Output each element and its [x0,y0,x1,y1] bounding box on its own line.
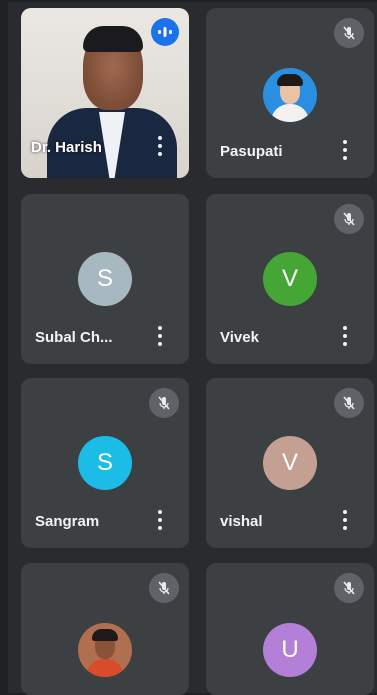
audio-level-icon [151,18,179,46]
participant-tile-1[interactable]: Dr. Harish [21,8,189,178]
participant-name: vishal [220,513,263,530]
avatar: S [78,252,132,306]
participant-tile-6[interactable]: V vishal [206,378,374,548]
mic-off-icon [149,573,179,603]
mic-off-icon [334,388,364,418]
mic-off-icon [334,18,364,48]
mic-off-icon [334,573,364,603]
participant-name: Pasupati [220,143,283,160]
participant-name: Dr. Harish [31,139,102,156]
more-vert-icon[interactable] [157,510,163,530]
mic-off-icon [334,204,364,234]
avatar: S [78,436,132,490]
avatar [78,623,132,677]
participant-grid: Dr. Harish Pasupati S Subal Ch... V Vive… [8,2,377,695]
mic-off-icon [149,388,179,418]
more-vert-icon[interactable] [157,326,163,346]
avatar: V [263,252,317,306]
participant-tile-3[interactable]: S Subal Ch... [21,194,189,364]
more-vert-icon[interactable] [157,136,163,156]
participant-tile-4[interactable]: V Vivek [206,194,374,364]
participant-tile-2[interactable]: Pasupati [206,8,374,178]
avatar [263,68,317,122]
participant-name: Subal Ch... [35,329,113,346]
more-vert-icon[interactable] [342,326,348,346]
avatar: U [263,623,317,677]
avatar: V [263,436,317,490]
more-vert-icon[interactable] [342,140,348,160]
participant-tile-7[interactable] [21,563,189,695]
more-vert-icon[interactable] [342,510,348,530]
participant-tile-5[interactable]: S Sangram [21,378,189,548]
participant-name: Sangram [35,513,100,530]
participant-tile-8[interactable]: U [206,563,374,695]
participant-name: Vivek [220,329,259,346]
